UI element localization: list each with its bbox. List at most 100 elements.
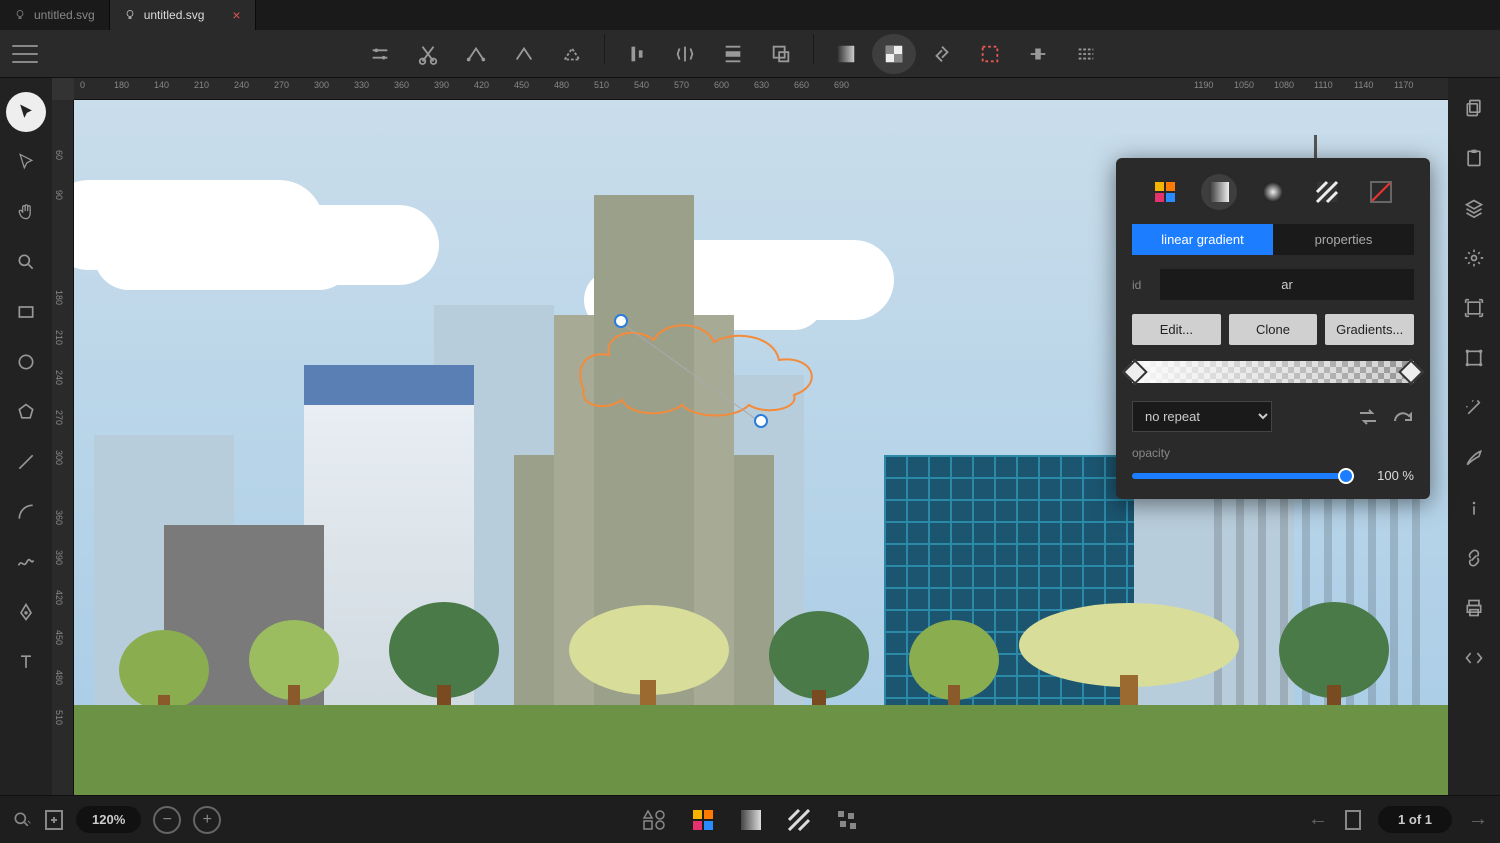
fill-type-linear[interactable] xyxy=(1201,174,1237,210)
align-center-icon[interactable] xyxy=(1016,34,1060,74)
page-indicator[interactable]: 1 of 1 xyxy=(1378,806,1452,833)
copy-icon[interactable] xyxy=(1458,92,1490,124)
page-add-icon[interactable] xyxy=(44,809,64,831)
code-icon[interactable] xyxy=(1458,642,1490,674)
polygon-tool[interactable] xyxy=(6,392,46,432)
tab-properties[interactable]: properties xyxy=(1273,224,1414,255)
gradient-handle-end[interactable] xyxy=(754,414,768,428)
flip-icon[interactable] xyxy=(663,34,707,74)
bounds-icon[interactable] xyxy=(1458,342,1490,374)
list-icon[interactable] xyxy=(1064,34,1108,74)
layers-icon[interactable] xyxy=(1458,192,1490,224)
separator xyxy=(813,34,814,64)
ruler-tick: 1110 xyxy=(1314,80,1333,90)
swatches-icon[interactable] xyxy=(692,809,714,831)
search-icon[interactable] xyxy=(12,810,32,830)
fill-type-swatches[interactable] xyxy=(1147,174,1183,210)
id-input[interactable] xyxy=(1160,269,1414,300)
rotate-icon[interactable] xyxy=(1390,407,1414,427)
tab-linear-gradient[interactable]: linear gradient xyxy=(1132,224,1273,255)
edit-button[interactable]: Edit... xyxy=(1132,314,1221,345)
gradient-stop-start[interactable] xyxy=(1122,359,1147,384)
next-page-button[interactable]: → xyxy=(1468,808,1488,831)
shape-library-icon[interactable] xyxy=(642,809,666,831)
horizontal-ruler[interactable]: 0 180 140 210 240 270 300 330 360 390 42… xyxy=(74,78,1448,100)
cut-icon[interactable] xyxy=(406,34,450,74)
ellipse-tool[interactable] xyxy=(6,342,46,382)
fill-type-pattern[interactable] xyxy=(1309,174,1345,210)
swap-fill-icon[interactable] xyxy=(920,34,964,74)
repeat-select[interactable]: no repeat xyxy=(1132,401,1272,432)
distribute-icon[interactable] xyxy=(711,34,755,74)
slider-thumb[interactable] xyxy=(1338,468,1354,484)
gradient-icon[interactable] xyxy=(740,809,762,831)
boolean-icon[interactable] xyxy=(759,34,803,74)
selected-object[interactable] xyxy=(564,300,834,420)
ground-shape[interactable] xyxy=(74,705,1448,795)
zoom-level[interactable]: 120% xyxy=(76,806,141,833)
opacity-value: 100 % xyxy=(1364,468,1414,483)
clone-button[interactable]: Clone xyxy=(1229,314,1318,345)
select-tool[interactable] xyxy=(6,92,46,132)
ruler-tick: 1080 xyxy=(1274,80,1294,90)
adjust-icon[interactable] xyxy=(358,34,402,74)
symbols-icon[interactable] xyxy=(836,809,858,831)
separator xyxy=(604,34,605,64)
document-tab-2[interactable]: untitled.svg × xyxy=(110,0,256,30)
align-icon[interactable] xyxy=(615,34,659,74)
zoom-out-button[interactable]: − xyxy=(153,806,181,834)
gradient-bar[interactable] xyxy=(1132,361,1414,383)
transform-icon[interactable] xyxy=(1458,292,1490,324)
text-tool[interactable] xyxy=(6,642,46,682)
ruler-tick: 90 xyxy=(54,190,64,200)
print-icon[interactable] xyxy=(1458,592,1490,624)
settings-icon[interactable] xyxy=(1458,242,1490,274)
brush-icon[interactable] xyxy=(1458,442,1490,474)
pen-tool[interactable] xyxy=(6,592,46,632)
checker-fill-icon[interactable] xyxy=(872,34,916,74)
prev-page-button[interactable]: ← xyxy=(1308,808,1328,831)
swap-direction-icon[interactable] xyxy=(1356,407,1380,427)
ruler-tick: 630 xyxy=(754,80,769,90)
zoom-tool[interactable] xyxy=(6,242,46,282)
ruler-tick: 140 xyxy=(154,80,169,90)
ruler-tick: 450 xyxy=(54,630,64,645)
arc-tool[interactable] xyxy=(6,492,46,532)
link-icon[interactable] xyxy=(1458,542,1490,574)
fill-panel[interactable]: linear gradient properties id Edit... Cl… xyxy=(1116,158,1430,499)
ruler-tick: 390 xyxy=(434,80,449,90)
paste-icon[interactable] xyxy=(1458,142,1490,174)
ruler-tick: 240 xyxy=(54,370,64,385)
fill-type-radial[interactable] xyxy=(1255,174,1291,210)
line-tool[interactable] xyxy=(6,442,46,482)
magic-icon[interactable] xyxy=(1458,392,1490,424)
gradients-button[interactable]: Gradients... xyxy=(1325,314,1414,345)
rectangle-tool[interactable] xyxy=(6,292,46,332)
marquee-icon[interactable] xyxy=(968,34,1012,74)
page-icon[interactable] xyxy=(1344,809,1362,831)
gradient-stop-end[interactable] xyxy=(1398,359,1423,384)
path-join-icon[interactable] xyxy=(454,34,498,74)
close-tab-icon[interactable]: × xyxy=(232,7,240,23)
zoom-in-button[interactable]: + xyxy=(193,806,221,834)
pattern-icon[interactable] xyxy=(788,809,810,831)
gradient-fill-icon[interactable] xyxy=(824,34,868,74)
fill-type-none[interactable] xyxy=(1363,174,1399,210)
document-tab-1[interactable]: untitled.svg xyxy=(0,0,110,30)
opacity-slider[interactable] xyxy=(1132,473,1352,479)
ruler-tick: 480 xyxy=(54,670,64,685)
freehand-tool[interactable] xyxy=(6,542,46,582)
path-close-icon[interactable] xyxy=(550,34,594,74)
direct-select-tool[interactable] xyxy=(6,142,46,182)
ruler-tick: 270 xyxy=(274,80,289,90)
id-label: id xyxy=(1132,278,1150,292)
ruler-tick: 360 xyxy=(54,510,64,525)
ruler-tick: 1190 xyxy=(1194,80,1213,90)
vertical-ruler[interactable]: 60 90 180 210 240 270 300 360 390 420 45… xyxy=(52,100,74,795)
menu-button[interactable] xyxy=(12,45,38,63)
cloud-shape[interactable] xyxy=(74,180,324,270)
hand-tool[interactable] xyxy=(6,192,46,232)
gradient-handle-start[interactable] xyxy=(614,314,628,328)
path-break-icon[interactable] xyxy=(502,34,546,74)
info-icon[interactable] xyxy=(1458,492,1490,524)
